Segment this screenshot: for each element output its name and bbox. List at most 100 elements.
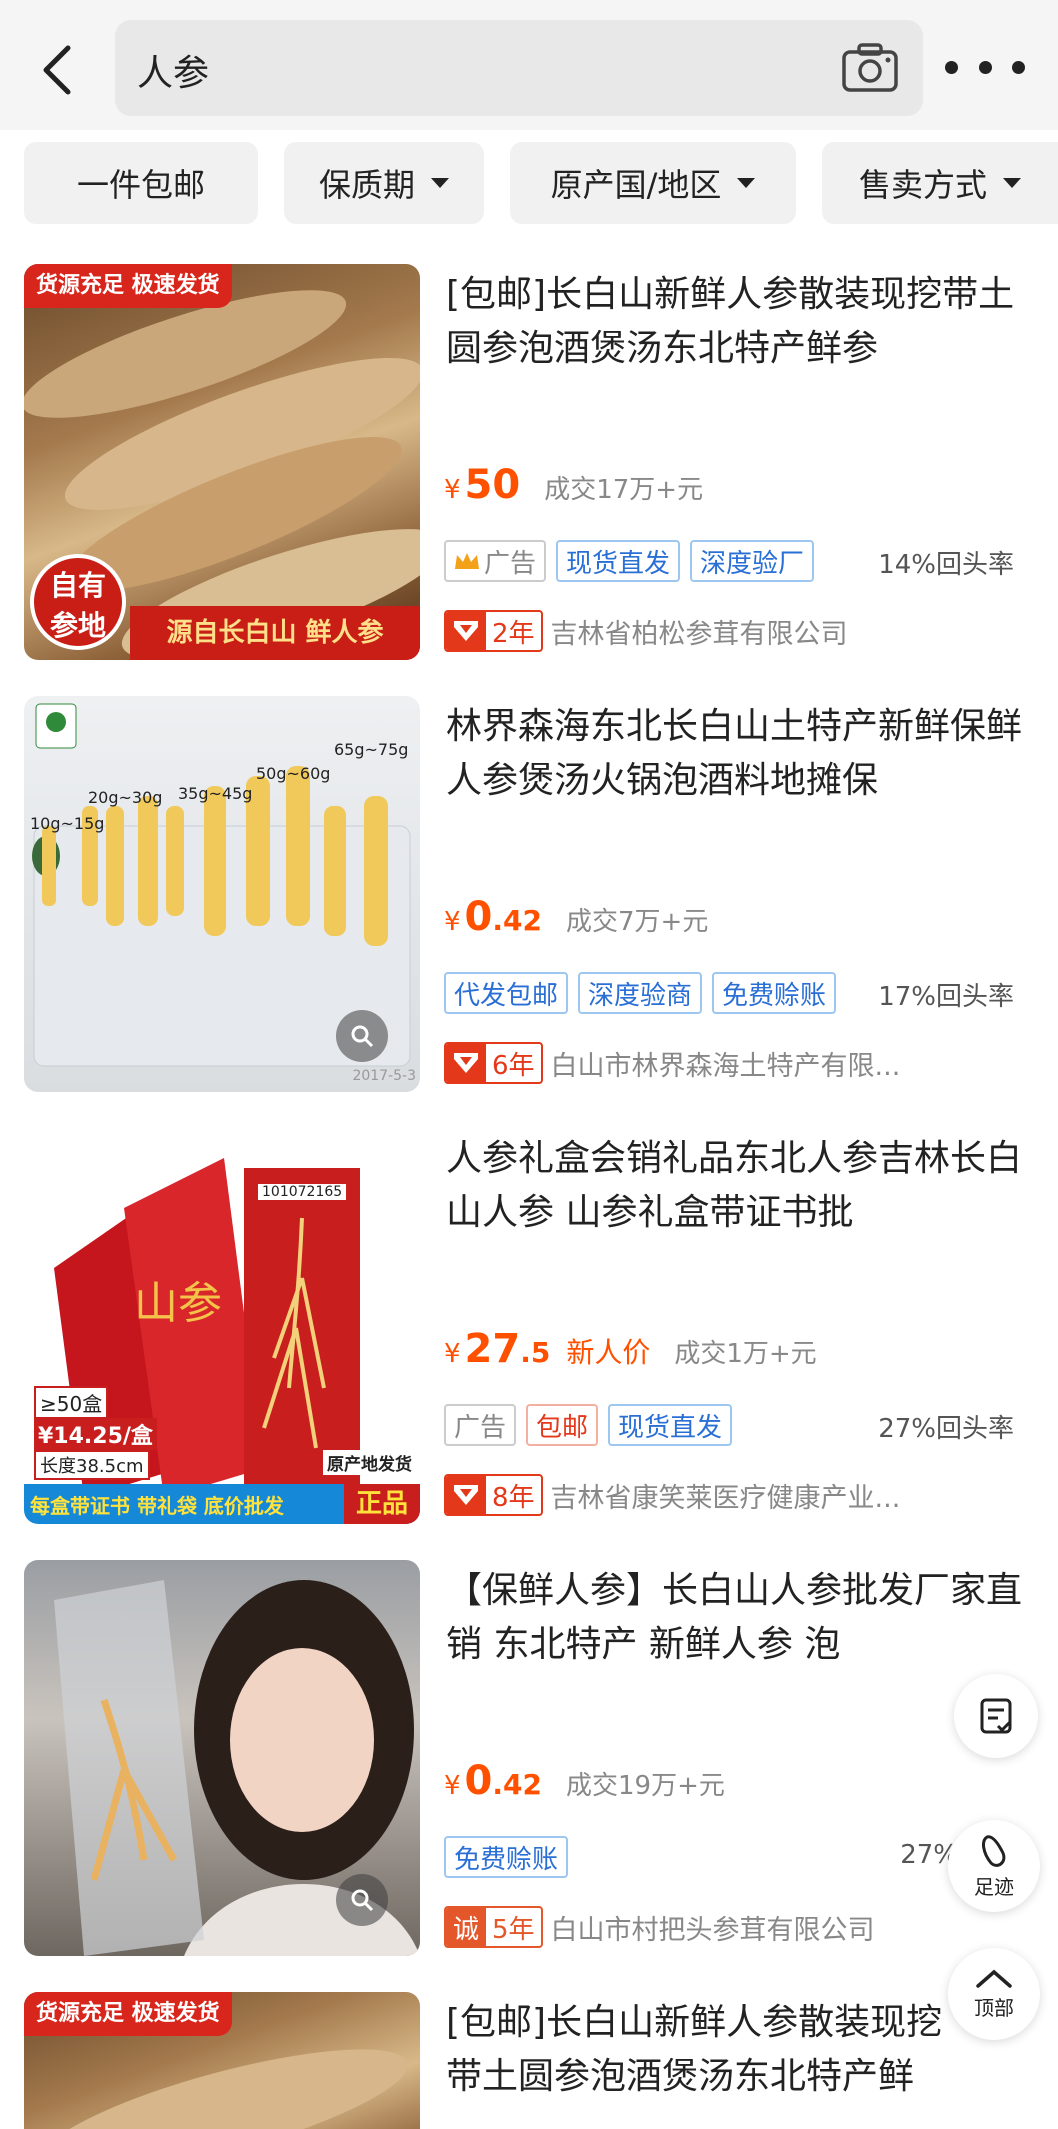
price-value: 0 — [464, 1758, 493, 1804]
unit-price-label: ¥14.25/盒 — [34, 1418, 157, 1450]
tag-label: 广告 — [484, 548, 537, 579]
size-label: 65g~75g — [334, 740, 409, 759]
product-image[interactable]: 10g~15g 20g~30g 35g~45g 50g~60g 65g~75g … — [24, 696, 420, 1092]
price-line: ¥ 0 .42 成交19万+元 — [444, 1758, 725, 1804]
product-title[interactable]: 林界森海东北长白山土特产新鲜保鲜人参煲汤火锅泡酒料地摊保 — [446, 700, 1031, 808]
filter-free-shipping[interactable]: 一件包邮 — [24, 142, 258, 224]
shop-name[interactable]: 白山市林界森海土特产有限... — [551, 1044, 901, 1083]
currency-symbol: ¥ — [444, 1339, 461, 1369]
filter-shelf-life[interactable]: 保质期 — [284, 142, 484, 224]
filter-label: 一件包邮 — [76, 166, 205, 204]
price-decimal: .5 — [520, 1336, 551, 1369]
tag: 现货直发 — [608, 1404, 733, 1446]
price-line: ¥ 50 成交17万+元 — [444, 462, 703, 508]
shop-name[interactable]: 吉林省康笑莱医疗健康产业... — [551, 1476, 901, 1515]
price-line: ¥ 27 .5 新人价 成交1万+元 — [444, 1326, 817, 1372]
footprint-button[interactable]: 足迹 — [948, 1820, 1040, 1912]
filter-label: 售卖方式 — [858, 166, 987, 204]
tag-list: 免费赊账 — [444, 1836, 569, 1878]
tag: 免费赊账 — [712, 972, 837, 1014]
seller-shield-icon — [454, 621, 478, 641]
tag: 深度验商 — [578, 972, 703, 1014]
product-image[interactable]: 货源充足 极速发货 — [24, 1992, 420, 2129]
footprint-icon — [982, 1834, 1006, 1867]
product-card[interactable]: 【保鲜人参】长白山人参批发厂家直销 东北特产 新鲜人参 泡 ¥ 0 .42 成交… — [0, 1560, 1058, 1970]
tag-list: 代发包邮 深度验商 免费赊账 — [444, 972, 837, 1014]
back-to-top-label: 顶部 — [974, 1995, 1014, 2020]
product-code: 101072165 — [258, 1184, 347, 1200]
shop-name[interactable]: 白山市村把头参茸有限公司 — [551, 1908, 875, 1947]
product-title[interactable]: 人参礼盒会销礼品东北人参吉林长白山人参 山参礼盒带证书批 — [446, 1132, 1031, 1240]
seller-years: 6年 — [492, 1050, 535, 1081]
currency-symbol: ¥ — [444, 1771, 461, 1801]
search-query[interactable]: 人参 — [137, 44, 209, 96]
product-card[interactable]: 10g~15g 20g~30g 35g~45g 50g~60g 65g~75g … — [0, 696, 1058, 1106]
trust-badge-icon: 诚 — [446, 1908, 486, 1946]
price-value: 27 — [464, 1326, 521, 1372]
origin-label: 原产地发货 — [323, 1450, 416, 1475]
back-to-top-button[interactable]: 顶部 — [948, 1948, 1040, 2040]
product-title[interactable]: [包邮]长白山新鲜人参散装现挖带土圆参泡酒煲汤东北特产鲜参 — [446, 268, 1031, 376]
crown-icon — [455, 553, 479, 569]
search-header: 人参 — [0, 0, 1058, 130]
product-card[interactable]: 山参 101072165 ≥50盒 ¥14.25/盒 长度38.5cm 原产地发… — [0, 1128, 1058, 1538]
filter-bar: 一件包邮 保质期 原产国/地区 售卖方式 — [0, 140, 1058, 230]
filter-origin[interactable]: 原产国/地区 — [510, 142, 796, 224]
footprint-label: 足迹 — [974, 1874, 1014, 1899]
thumb-strip-text: 每盒带证书 带礼袋 底价批发 — [30, 1493, 284, 1518]
product-title[interactable]: [包邮]长白山新鲜人参散装现挖带土圆参泡酒煲汤东北特产鲜参 — [446, 1996, 946, 2104]
camera-icon[interactable] — [841, 42, 899, 94]
ad-tag: 广告 — [444, 1404, 517, 1446]
search-bar[interactable]: 人参 — [115, 20, 923, 116]
shop-info[interactable]: 6年 白山市林界森海土特产有限... — [444, 1042, 900, 1084]
filter-label: 保质期 — [318, 166, 415, 204]
back-arrow-icon[interactable] — [38, 40, 78, 100]
product-image[interactable]: 货源充足 极速发货 自有参地 源自长白山 鲜人参 — [24, 264, 420, 660]
caret-down-icon — [1003, 178, 1021, 188]
list-view-button[interactable] — [954, 1674, 1038, 1758]
seller-years-badge: 诚 5年 — [444, 1906, 543, 1948]
more-menu-icon[interactable] — [945, 52, 1025, 82]
sales-volume: 成交17万+元 — [544, 475, 704, 505]
seller-years-badge: 6年 — [444, 1042, 543, 1084]
size-label: 35g~45g — [178, 784, 253, 803]
price-value: 0 — [464, 894, 493, 940]
seller-years: 2年 — [492, 618, 535, 649]
repeat-rate: 14%回头率 — [878, 550, 1014, 580]
image-search-icon[interactable] — [336, 1010, 388, 1062]
list-check-icon — [980, 1698, 1012, 1734]
size-label: 20g~30g — [88, 788, 163, 807]
image-search-icon[interactable] — [336, 1874, 388, 1926]
price-value: 50 — [464, 462, 521, 508]
tag: 包邮 — [526, 1404, 599, 1446]
tag-list: 广告 包邮 现货直发 — [444, 1404, 733, 1446]
photo-date: 2017-5-3 — [352, 1068, 416, 1084]
filter-sale-method[interactable]: 售卖方式 — [822, 142, 1058, 224]
caret-down-icon — [431, 178, 449, 188]
seller-shield-icon — [454, 1485, 478, 1505]
shop-info[interactable]: 2年 吉林省柏松参茸有限公司 — [444, 610, 848, 652]
length-label: 长度38.5cm — [34, 1450, 150, 1480]
product-title[interactable]: 【保鲜人参】长白山人参批发厂家直销 东北特产 新鲜人参 泡 — [446, 1564, 1031, 1672]
tag: 免费赊账 — [444, 1836, 569, 1878]
tag: 现货直发 — [556, 540, 681, 582]
product-card[interactable]: 货源充足 极速发货 自有参地 源自长白山 鲜人参 [包邮]长白山新鲜人参散装现挖… — [0, 264, 1058, 674]
thumb-banner: 货源充足 极速发货 — [24, 264, 232, 308]
seller-years-badge: 2年 — [444, 610, 543, 652]
shop-info[interactable]: 8年 吉林省康笑莱医疗健康产业... — [444, 1474, 900, 1516]
size-label: 50g~60g — [256, 764, 331, 783]
repeat-rate: 27%回头率 — [878, 1414, 1014, 1444]
tag: 深度验厂 — [690, 540, 815, 582]
product-image[interactable]: 山参 101072165 ≥50盒 ¥14.25/盒 长度38.5cm 原产地发… — [24, 1128, 420, 1524]
ad-tag: 广告 — [444, 540, 547, 582]
seller-years-badge: 8年 — [444, 1474, 543, 1516]
shop-name[interactable]: 吉林省柏松参茸有限公司 — [551, 612, 848, 651]
product-card[interactable]: 货源充足 极速发货 [包邮]长白山新鲜人参散装现挖带土圆参泡酒煲汤东北特产鲜参 — [0, 1992, 1058, 2129]
seller-shield-icon — [454, 1053, 478, 1073]
currency-symbol: ¥ — [444, 907, 461, 937]
product-image[interactable] — [24, 1560, 420, 1956]
repeat-rate: 17%回头率 — [878, 982, 1014, 1012]
sales-volume: 成交19万+元 — [566, 1771, 725, 1801]
price-decimal: .42 — [492, 904, 542, 937]
shop-info[interactable]: 诚 5年 白山市村把头参茸有限公司 — [444, 1906, 875, 1948]
